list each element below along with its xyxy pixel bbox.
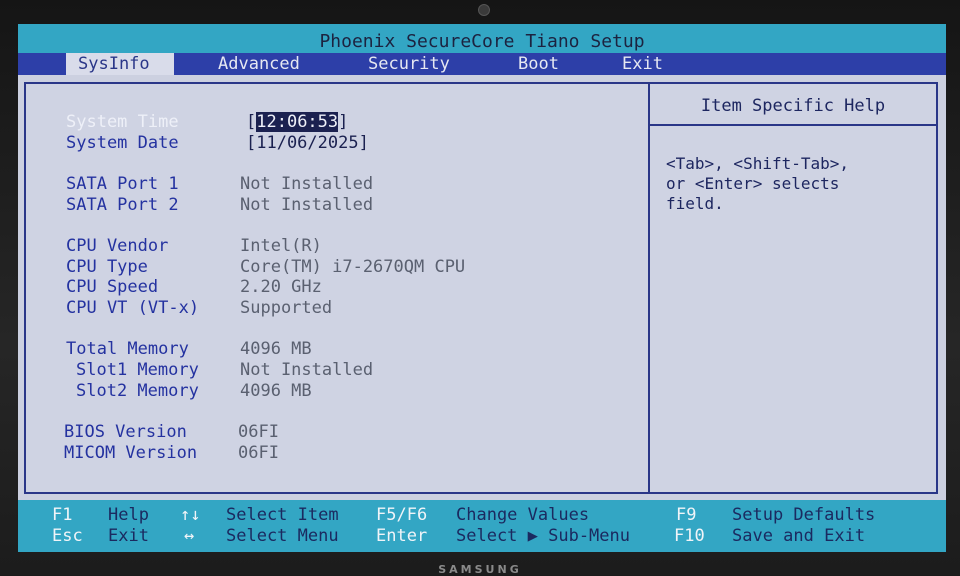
tab-sysinfo[interactable]: SysInfo	[66, 53, 174, 75]
tab-advanced[interactable]: Advanced	[218, 53, 300, 75]
f9-key: F9	[676, 505, 697, 525]
f10-key: F10	[674, 526, 705, 546]
left-right-arrows-icon: ↔	[184, 526, 195, 546]
system-time-label[interactable]: System Time	[66, 112, 179, 132]
micom-version-label: MICOM Version	[64, 443, 198, 463]
sata-port-1-label: SATA Port 1	[66, 174, 179, 194]
system-time-value[interactable]: 12:06:53	[256, 112, 339, 132]
webcam-icon	[478, 4, 490, 16]
total-memory-value: 4096 MB	[240, 339, 312, 359]
select-item-desc: Select Item	[226, 505, 339, 525]
help-key-desc: Help	[108, 505, 149, 525]
save-and-exit-desc: Save and Exit	[732, 526, 866, 546]
up-down-arrows-icon: ↑↓	[180, 505, 201, 525]
menu-bar: SysInfo Advanced Security Boot Exit	[18, 53, 946, 75]
total-memory-label: Total Memory	[66, 339, 189, 359]
system-date-value[interactable]: [11/06/2025]	[246, 133, 369, 153]
cpu-vt-label: CPU VT (VT-x)	[66, 298, 200, 318]
key-legend: F1 Help ↑↓ Select Item F5/F6 Change Valu…	[18, 500, 946, 552]
bios-screen: Phoenix SecureCore Tiano Setup SysInfo A…	[18, 24, 946, 552]
brand-logo: SAMSUNG	[438, 563, 522, 576]
sysinfo-panel: System Time [12:06:53] System Date [11/0…	[24, 82, 650, 494]
help-text: <Tab>, <Shift-Tab>, or <Enter> selects f…	[666, 154, 850, 213]
slot1-memory-label: Slot1 Memory	[76, 360, 199, 380]
cpu-speed-label: CPU Speed	[66, 277, 159, 297]
cpu-vt-value: Supported	[240, 298, 333, 318]
sata-port-1-value: Not Installed	[240, 174, 374, 194]
laptop-bezel: Phoenix SecureCore Tiano Setup SysInfo A…	[0, 0, 960, 576]
tab-boot[interactable]: Boot	[518, 53, 559, 75]
help-panel: Item Specific Help <Tab>, <Shift-Tab>, o…	[648, 82, 938, 494]
select-submenu-desc: Select ▶ Sub-Menu	[456, 526, 630, 546]
system-date-label[interactable]: System Date	[66, 133, 179, 153]
f1-key: F1	[52, 505, 73, 525]
select-menu-desc: Select Menu	[226, 526, 339, 546]
cpu-type-value: Core(TM) i7-2670QM CPU	[240, 257, 466, 277]
bios-version-value: 06FI	[238, 422, 279, 442]
bios-title: Phoenix SecureCore Tiano Setup	[18, 24, 946, 54]
setup-defaults-desc: Setup Defaults	[732, 505, 876, 525]
slot2-memory-label: Slot2 Memory	[76, 381, 199, 401]
system-time-open-bracket: [	[246, 112, 257, 132]
slot1-memory-value: Not Installed	[240, 360, 374, 380]
system-time-field[interactable]: [12:06:53]	[246, 112, 348, 132]
exit-key-desc: Exit	[108, 526, 149, 546]
cpu-vendor-value: Intel(R)	[240, 236, 322, 256]
sata-port-2-label: SATA Port 2	[66, 195, 179, 215]
tab-security[interactable]: Security	[368, 53, 450, 75]
enter-key: Enter	[376, 526, 428, 546]
esc-key: Esc	[52, 526, 83, 546]
system-time-close-bracket: ]	[338, 112, 349, 132]
cpu-type-label: CPU Type	[66, 257, 148, 277]
micom-version-value: 06FI	[238, 443, 279, 463]
change-values-desc: Change Values	[456, 505, 590, 525]
cpu-vendor-label: CPU Vendor	[66, 236, 169, 256]
tab-exit[interactable]: Exit	[622, 53, 663, 75]
f5-f6-key: F5/F6	[376, 505, 428, 525]
slot2-memory-value: 4096 MB	[240, 381, 312, 401]
help-title: Item Specific Help	[650, 84, 936, 126]
sata-port-2-value: Not Installed	[240, 195, 374, 215]
cpu-speed-value: 2.20 GHz	[240, 277, 322, 297]
bios-version-label: BIOS Version	[64, 422, 187, 442]
